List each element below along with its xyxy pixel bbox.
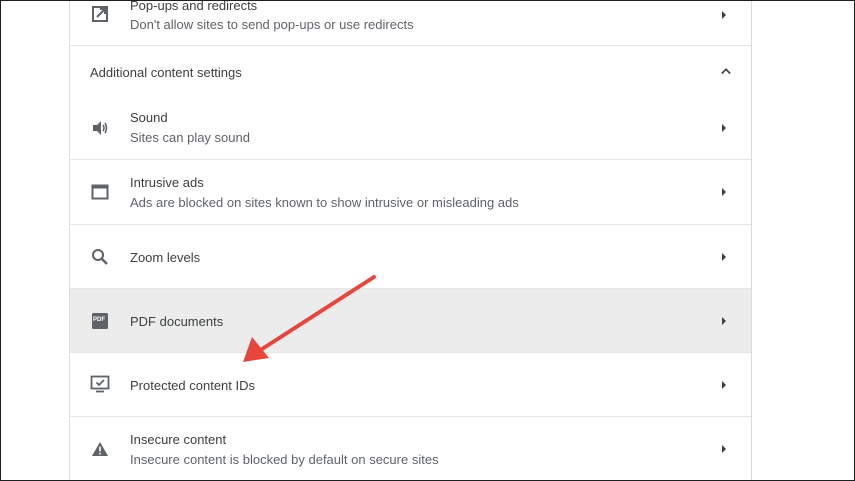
sound-row[interactable]: Sound Sites can play sound [70, 97, 751, 160]
external-link-icon [90, 4, 110, 24]
popups-redirects-row[interactable]: Pop-ups and redirects Don't allow sites … [70, 0, 751, 46]
zoom-levels-title: Zoom levels [130, 250, 201, 265]
pdf-icon: PDF [90, 311, 110, 331]
monitor-check-icon [90, 374, 110, 394]
warning-triangle-icon [90, 439, 110, 459]
popups-desc: Don't allow sites to send pop-ups or use… [130, 17, 414, 32]
protected-content-ids-title: Protected content IDs [130, 378, 256, 393]
screenshot-frame: Pop-ups and redirects Don't allow sites … [0, 0, 855, 481]
settings-card: Pop-ups and redirects Don't allow sites … [69, 0, 752, 480]
popups-title: Pop-ups and redirects [130, 0, 258, 13]
protected-content-ids-row[interactable]: Protected content IDs [70, 353, 751, 417]
chevron-up-icon[interactable] [721, 66, 731, 76]
insecure-content-desc: Insecure content is blocked by default o… [130, 452, 439, 467]
section-title: Additional content settings [90, 65, 242, 80]
insecure-content-row[interactable]: Insecure content Insecure content is blo… [70, 417, 751, 480]
chevron-right-icon [719, 10, 729, 20]
magnifier-icon [90, 247, 110, 267]
speaker-icon [90, 118, 110, 138]
sound-title: Sound [130, 110, 168, 125]
chevron-right-icon [719, 316, 729, 326]
pdf-icon-label: PDF [93, 317, 105, 323]
pdf-documents-row[interactable]: PDF PDF documents [70, 289, 751, 353]
insecure-content-title: Insecure content [130, 432, 227, 447]
browser-window-icon [90, 182, 110, 202]
intrusive-ads-title: Intrusive ads [130, 175, 204, 190]
zoom-levels-row[interactable]: Zoom levels [70, 225, 751, 289]
intrusive-ads-desc: Ads are blocked on sites known to show i… [130, 195, 519, 210]
additional-content-settings-header[interactable]: Additional content settings [70, 46, 751, 97]
intrusive-ads-row[interactable]: Intrusive ads Ads are blocked on sites k… [70, 160, 751, 225]
chevron-right-icon [719, 187, 729, 197]
chevron-right-icon [719, 380, 729, 390]
chevron-right-icon [719, 444, 729, 454]
chevron-right-icon [719, 123, 729, 133]
sound-desc: Sites can play sound [130, 130, 250, 145]
chevron-right-icon [719, 252, 729, 262]
pdf-documents-title: PDF documents [130, 314, 224, 329]
